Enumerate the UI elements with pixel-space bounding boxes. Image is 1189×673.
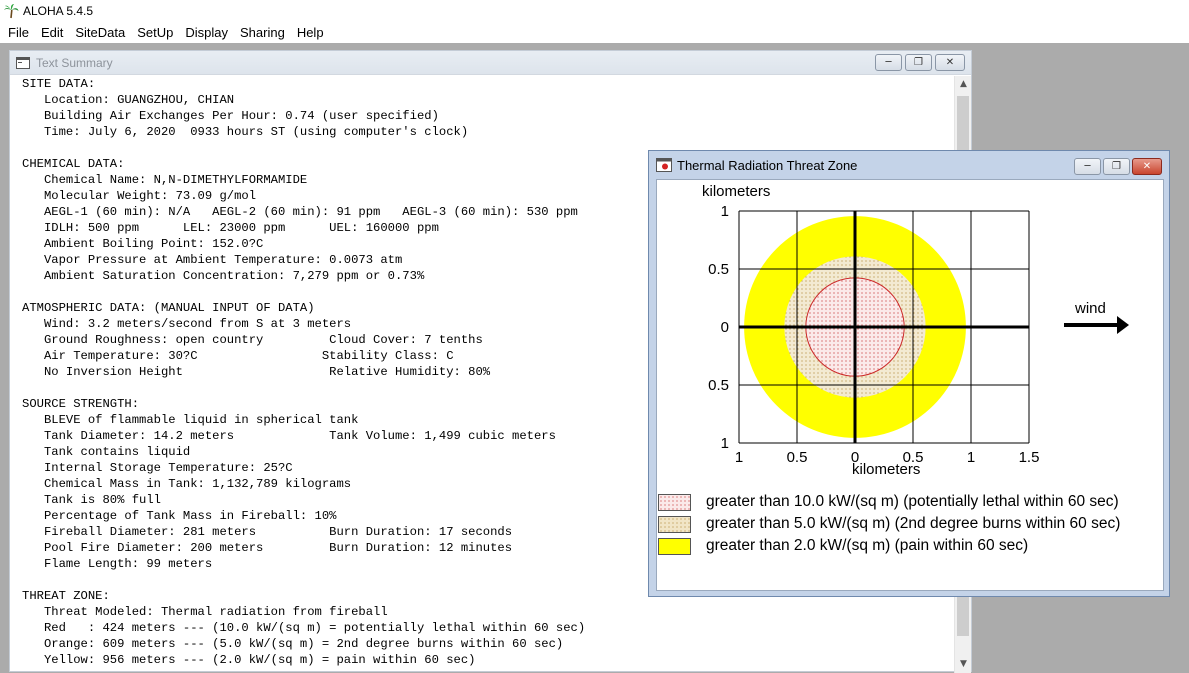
restore-icon: ❐ [914, 56, 923, 68]
menu-file[interactable]: File [2, 22, 35, 43]
tz-close-button[interactable]: ✕ [1132, 158, 1162, 175]
y-tick-label: 0.5 [708, 261, 729, 278]
menu-edit[interactable]: Edit [35, 22, 69, 43]
text-summary-window-buttons: ─ ❐ ✕ [875, 54, 965, 71]
x-axis-label: kilometers [852, 461, 920, 478]
summary-line: Time: July 6, 2020 0933 hours ST (using … [22, 125, 469, 139]
threat-zone-titlebar[interactable]: Thermal Radiation Threat Zone ─ ❐ ✕ [649, 151, 1169, 179]
menu-help[interactable]: Help [291, 22, 330, 43]
legend-swatch-orange [658, 515, 691, 533]
legend-swatch-yellow [658, 537, 691, 555]
chart-window-icon [656, 158, 672, 172]
x-tick-label: 1.5 [1019, 449, 1040, 466]
legend-item-orange: greater than 5.0 kW/(sq m) (2nd degree b… [657, 515, 1120, 533]
summary-line: Orange: 609 meters --- (5.0 kW/(sq m) = … [22, 637, 564, 651]
summary-line: Building Air Exchanges Per Hour: 0.74 (u… [22, 109, 439, 123]
y-tick-label: 1 [721, 203, 729, 220]
summary-line: SITE DATA: [22, 77, 96, 91]
wind-arrow-icon [1064, 316, 1129, 334]
scroll-up-icon[interactable]: ▲ [955, 76, 972, 93]
text-summary-title: Text Summary [36, 55, 113, 70]
restore-icon: ❐ [1112, 160, 1121, 172]
summary-line: Threat Modeled: Thermal radiation from f… [22, 605, 388, 619]
app-title: ALOHA 5.4.5 [23, 4, 94, 18]
menu-sitedata[interactable]: SiteData [69, 22, 131, 43]
minimize-icon: ─ [1084, 160, 1091, 172]
legend-item-red: greater than 10.0 kW/(sq m) (potentially… [657, 493, 1119, 511]
summary-line: Red : 424 meters --- (10.0 kW/(sq m) = p… [22, 621, 586, 635]
menu-sharing[interactable]: Sharing [234, 22, 291, 43]
minimize-icon: ─ [885, 56, 892, 68]
scroll-down-icon[interactable]: ▼ [955, 656, 972, 673]
threat-zone-plot-area: kilometers 1 0.5 0 0.5 1 1 0.5 0 0.5 1 1.5 kilome… [656, 179, 1164, 591]
threat-zone-window-buttons: ─ ❐ ✕ [1074, 158, 1162, 175]
legend-label-orange: greater than 5.0 kW/(sq m) (2nd degree b… [706, 515, 1121, 532]
tz-minimize-button[interactable]: ─ [1074, 158, 1101, 175]
text-summary-titlebar[interactable]: Text Summary ─ ❐ ✕ [10, 51, 971, 75]
close-button[interactable]: ✕ [935, 54, 965, 71]
legend-item-yellow: greater than 2.0 kW/(sq m) (pain within … [657, 537, 1028, 555]
wind-label: wind [1074, 300, 1106, 317]
document-icon [16, 56, 30, 69]
legend-label-yellow: greater than 2.0 kW/(sq m) (pain within … [706, 537, 1029, 554]
y-tick-label: 0.5 [708, 377, 729, 394]
x-tick-label: 1 [735, 449, 743, 466]
close-icon: ✕ [1142, 160, 1152, 172]
menu-setup[interactable]: SetUp [131, 22, 179, 43]
x-tick-label: 0.5 [787, 449, 808, 466]
restore-button[interactable]: ❐ [905, 54, 932, 71]
close-icon: ✕ [945, 56, 955, 68]
threat-zone-window: Thermal Radiation Threat Zone ─ ❐ ✕ kilo… [648, 150, 1170, 597]
y-tick-label: 0 [721, 319, 729, 336]
legend-label-red: greater than 10.0 kW/(sq m) (potentially… [706, 493, 1119, 510]
palm-tree-icon [4, 4, 19, 19]
menu-display[interactable]: Display [179, 22, 234, 43]
threat-zone-title: Thermal Radiation Threat Zone [677, 157, 858, 173]
aloha-app: ALOHA 5.4.5 File Edit SiteData SetUp Dis… [0, 0, 1189, 673]
app-titlebar: ALOHA 5.4.5 [0, 0, 1189, 22]
summary-line: Yellow: 956 meters --- (2.0 kW/(sq m) = … [22, 653, 476, 667]
minimize-button[interactable]: ─ [875, 54, 902, 71]
summary-line: Location: GUANGZHOU, CHIAN [22, 93, 235, 107]
y-tick-label: 1 [721, 435, 729, 452]
tz-restore-button[interactable]: ❐ [1103, 158, 1130, 175]
legend-swatch-red [658, 493, 691, 511]
x-tick-label: 1 [967, 449, 975, 466]
menubar: File Edit SiteData SetUp Display Sharing… [0, 22, 1189, 43]
y-axis-label: kilometers [702, 183, 770, 200]
y-axis-ticks: 1 0.5 0 0.5 1 [708, 203, 729, 452]
